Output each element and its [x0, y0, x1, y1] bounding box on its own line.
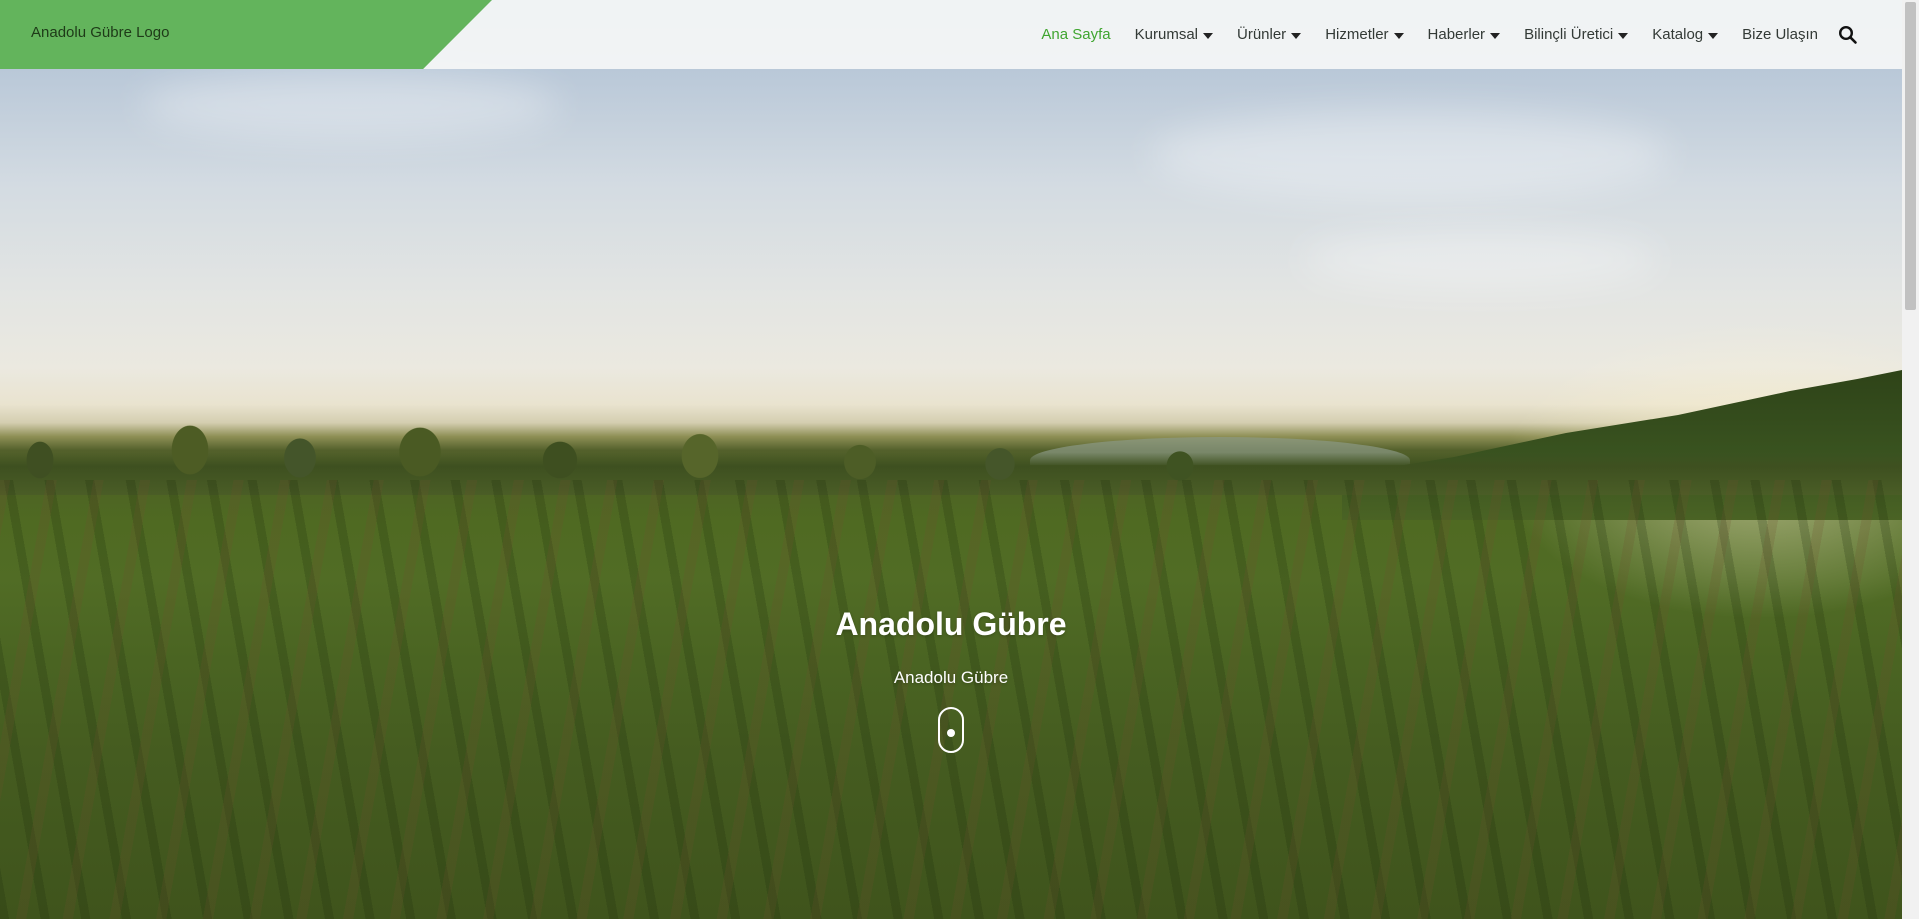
nav-item-bilincli-uretici[interactable]: Bilinçli Üretici [1524, 26, 1629, 43]
hero-subtitle: Anadolu Gübre [893, 668, 1009, 687]
caret-down-icon [1618, 32, 1629, 39]
search-icon[interactable] [1838, 25, 1858, 45]
caret-down-icon [1393, 32, 1404, 39]
logo-link[interactable]: Anadolu Gübre Logo [31, 24, 169, 41]
site-header: Anadolu Gübre Logo Ana Sayfa Kurumsal Ür… [0, 0, 1902, 69]
nav-item-hizmetler[interactable]: Hizmetler [1325, 26, 1404, 43]
mouse-scroll-icon[interactable] [938, 707, 964, 753]
cloud [140, 70, 560, 140]
nav-item-bize-ulasin[interactable]: Bize Ulaşın [1742, 26, 1818, 43]
cloud [1300, 230, 1660, 290]
caret-down-icon [1203, 32, 1213, 39]
hero-banner: Anadolu Gübre Anadolu Gübre [0, 0, 1902, 919]
nav-item-label: Ana Sayfa [1041, 26, 1111, 43]
page-scrollbar[interactable] [1902, 0, 1919, 919]
nav-item-label: Kurumsal [1134, 26, 1198, 43]
nav-item-katalog[interactable]: Katalog [1652, 26, 1719, 43]
nav-item-label: Katalog [1652, 26, 1704, 43]
nav-item-label: Haberler [1427, 26, 1486, 43]
caret-down-icon [1490, 32, 1501, 39]
crop-rows [0, 480, 1902, 919]
nav-item-label: Bize Ulaşın [1742, 26, 1818, 43]
cloud [1150, 110, 1670, 200]
main-nav: Ana Sayfa Kurumsal Ürünler Hizmetler Hab… [1041, 0, 1818, 69]
nav-item-haberler[interactable]: Haberler [1428, 26, 1501, 43]
nav-item-label: Bilinçli Üretici [1524, 26, 1614, 43]
scrollbar-thumb[interactable] [1905, 2, 1916, 310]
nav-item-ana-sayfa[interactable]: Ana Sayfa [1041, 26, 1110, 43]
nav-item-label: Ürünler [1237, 26, 1287, 43]
nav-item-kurumsal[interactable]: Kurumsal [1135, 26, 1213, 43]
hero-title: Anadolu Gübre [835, 606, 1067, 642]
nav-item-label: Hizmetler [1325, 26, 1389, 43]
caret-down-icon [1291, 32, 1302, 39]
scroll-dot [947, 729, 955, 737]
nav-item-urunler[interactable]: Ürünler [1237, 26, 1302, 43]
caret-down-icon [1708, 32, 1719, 39]
